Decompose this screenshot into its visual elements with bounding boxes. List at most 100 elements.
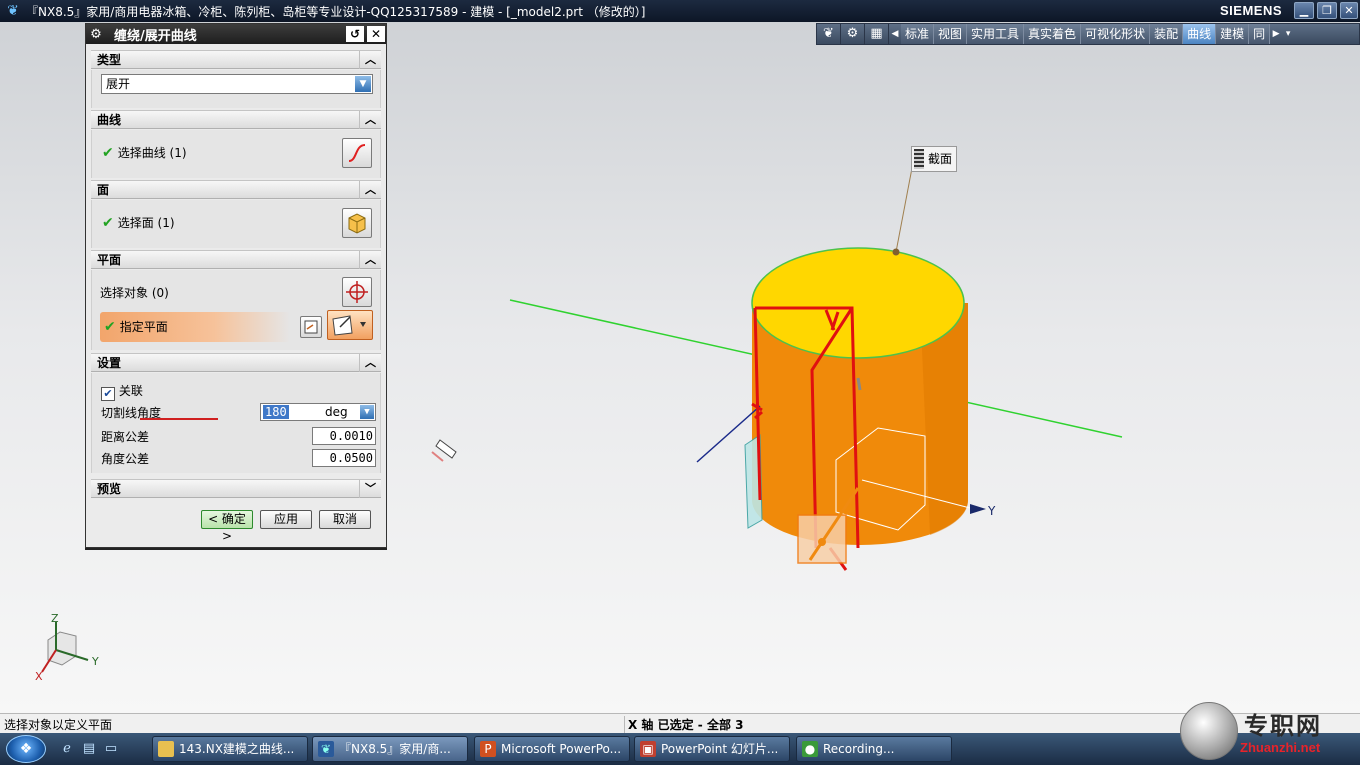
unit-dropdown-icon[interactable]: ▼ xyxy=(360,405,374,419)
select-face-label: 选择面 (1) xyxy=(117,216,175,230)
taskbar-item-slideshow[interactable]: ▣ PowerPoint 幻灯片... xyxy=(634,736,790,762)
chevron-down-icon[interactable]: ▼ xyxy=(355,76,371,92)
select-curve-row[interactable]: ✔ 选择曲线 (1) xyxy=(102,144,187,161)
close-window-button[interactable]: ✕ xyxy=(1340,2,1358,19)
group-curve-label: 曲线 xyxy=(97,113,122,127)
angle-tol-field[interactable]: 0.0500 xyxy=(312,449,376,467)
group-settings-body: ✔ 关联 切割线角度 180 deg ▼ 距离公差 0.0010 角度公差 0.… xyxy=(91,373,381,473)
section-leader-line xyxy=(895,167,913,253)
select-face-row[interactable]: ✔ 选择面 (1) xyxy=(102,214,175,231)
tab-curve[interactable]: 曲线 xyxy=(1183,24,1217,44)
group-plane-header[interactable]: 平面 ︿ xyxy=(91,250,381,269)
dialog-gear-icon[interactable]: ⚙ xyxy=(86,27,106,42)
taskbar-item-recording[interactable]: ● Recording... xyxy=(796,736,952,762)
associative-row[interactable]: ✔ 关联 xyxy=(101,382,143,401)
chevron-down-icon[interactable]: ﹀ xyxy=(359,480,381,498)
plane-origin-point[interactable] xyxy=(818,538,826,546)
section-label: 截面 xyxy=(928,152,953,166)
cancel-button[interactable]: 取消 xyxy=(319,510,371,529)
type-select[interactable]: 展开 ▼ xyxy=(101,74,373,94)
curve-selector-button[interactable] xyxy=(342,138,372,168)
associative-checkbox[interactable]: ✔ xyxy=(101,387,115,401)
cylinder-top-face[interactable] xyxy=(751,247,965,359)
group-face-header[interactable]: 面 ︿ xyxy=(91,180,381,199)
dialog-close-icon[interactable]: ✕ xyxy=(367,26,385,42)
slideshow-icon: ▣ xyxy=(640,741,656,757)
face-selector-button[interactable] xyxy=(342,208,372,238)
scroll-right-icon[interactable]: ▶ xyxy=(1270,24,1282,44)
reset-icon[interactable]: ↺ xyxy=(346,26,364,42)
plane-dialog-button[interactable] xyxy=(300,316,322,338)
taskbar-item-powerpoint[interactable]: P Microsoft PowerPo... xyxy=(474,736,630,762)
tab-visual-shape[interactable]: 可视化形状 xyxy=(1081,24,1151,44)
tab-view[interactable]: 视图 xyxy=(934,24,968,44)
chevron-up-icon[interactable]: ︿ xyxy=(359,181,381,199)
tab-true-shading[interactable]: 真实着色 xyxy=(1024,24,1082,44)
group-preview-header[interactable]: 预览 ﹀ xyxy=(91,479,381,498)
pencil-cursor-icon xyxy=(431,439,457,462)
taskbar-item-label: PowerPoint 幻灯片... xyxy=(661,742,779,756)
inferred-plane-icon xyxy=(332,315,366,336)
triad-x-label: X xyxy=(35,670,43,683)
taskbar-item-nx[interactable]: ❦ 『NX8.5』家用/商... xyxy=(312,736,468,762)
red-underline-annotation xyxy=(140,418,218,420)
gear-icon[interactable]: ⚙ xyxy=(841,24,865,44)
chevron-up-icon[interactable]: ︿ xyxy=(359,51,381,69)
section-anchor-point[interactable] xyxy=(892,248,900,256)
grid-icon[interactable]: ▦ xyxy=(865,24,889,44)
taskbar-item-label: 143.NX建模之曲线... xyxy=(179,742,295,756)
apply-button[interactable]: 应用 xyxy=(260,510,312,529)
group-plane-label: 平面 xyxy=(97,253,122,267)
window-title-bar: ❦ 『NX8.5』家用/商用电器冰箱、冷柜、陈列柜、岛柜等专业设计-QQ1253… xyxy=(0,0,1360,22)
tab-modeling[interactable]: 建模 xyxy=(1216,24,1250,44)
plane-type-button[interactable] xyxy=(327,310,373,340)
tab-utilities[interactable]: 实用工具 xyxy=(967,24,1025,44)
minimize-button[interactable]: ▁ xyxy=(1294,2,1314,19)
show-desktop-icon[interactable]: ▭ xyxy=(102,740,120,758)
group-preview-label: 预览 xyxy=(97,482,122,496)
explorer-icon[interactable]: ▤ xyxy=(80,740,98,758)
cube-face-icon xyxy=(348,213,366,234)
scroll-left-icon[interactable]: ◀ xyxy=(889,24,901,44)
group-curve-header[interactable]: 曲线 ︿ xyxy=(91,110,381,129)
status-selection: X 轴 已选定 - 全部 3 xyxy=(624,716,743,733)
ok-button[interactable]: < 确定 > xyxy=(201,510,253,543)
restore-button[interactable]: ❐ xyxy=(1317,2,1337,19)
group-type-label: 类型 xyxy=(97,53,122,67)
seam-marker xyxy=(856,377,862,391)
chevron-up-icon[interactable]: ︿ xyxy=(359,111,381,129)
y-axis-label: Y xyxy=(988,504,996,518)
tab-standard[interactable]: 标准 xyxy=(901,24,935,44)
wrap-unwrap-curve-dialog: ⚙ 缠绕/展开曲线 ↺ ✕ 类型 ︿ 展开 ▼ 曲线 ︿ ✔ 选择曲线 (1) 面… xyxy=(85,23,387,548)
grip-icon xyxy=(914,149,924,169)
taskbar-item-folder[interactable]: 143.NX建模之曲线... xyxy=(152,736,308,762)
group-settings-header[interactable]: 设置 ︿ xyxy=(91,353,381,372)
section-tag[interactable]: 截面 xyxy=(911,146,957,172)
nx-logo-icon[interactable]: ❦ xyxy=(817,24,841,44)
plane-dialog-icon xyxy=(304,320,318,334)
tab-sync[interactable]: 同 xyxy=(1249,24,1271,44)
chevron-up-icon[interactable]: ︿ xyxy=(359,251,381,269)
toolbar-menu-icon[interactable]: ▾ xyxy=(1282,24,1294,44)
cut-angle-field[interactable]: 180 deg ▼ xyxy=(260,403,376,421)
check-icon: ✔ xyxy=(104,319,116,335)
select-object-label[interactable]: 选择对象 (0) xyxy=(100,284,169,301)
group-settings-label: 设置 xyxy=(97,356,122,370)
dialog-header[interactable]: ⚙ 缠绕/展开曲线 ↺ ✕ xyxy=(86,24,386,44)
chevron-up-icon[interactable]: ︿ xyxy=(359,354,381,372)
check-icon: ✔ xyxy=(102,215,114,231)
view-triad[interactable] xyxy=(41,622,89,673)
specify-plane-row[interactable]: ✔ 指定平面 xyxy=(100,312,290,342)
object-selector-button[interactable] xyxy=(342,277,372,307)
group-type-header[interactable]: 类型 ︿ xyxy=(91,50,381,69)
select-curve-label: 选择曲线 (1) xyxy=(117,146,187,160)
cut-angle-value: 180 xyxy=(263,405,289,419)
taskbar-item-label: 『NX8.5』家用/商... xyxy=(339,742,451,756)
dist-tol-field[interactable]: 0.0010 xyxy=(312,427,376,445)
tab-assembly[interactable]: 装配 xyxy=(1150,24,1184,44)
group-face-label: 面 xyxy=(97,183,110,197)
ie-icon[interactable]: ℯ xyxy=(58,740,76,758)
dialog-title: 缠绕/展开曲线 xyxy=(114,28,197,44)
s-curve-icon xyxy=(348,144,366,162)
start-button[interactable]: ❖ xyxy=(6,735,46,763)
